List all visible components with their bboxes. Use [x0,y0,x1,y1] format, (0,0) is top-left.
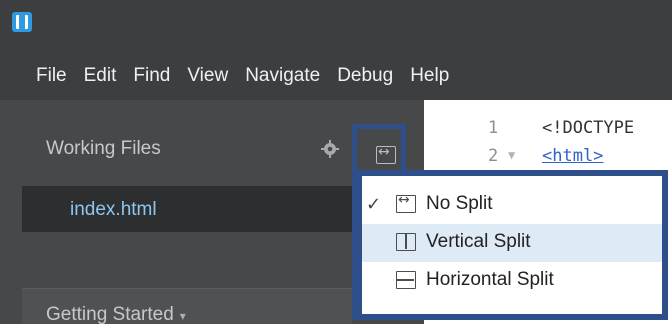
menu-item-label: Horizontal Split [426,269,554,290]
gear-icon[interactable] [320,139,340,159]
code-text: <!DOCTYPE [542,118,635,138]
menu-navigate[interactable]: Navigate [245,65,320,87]
working-file-row[interactable]: index.html [22,186,352,232]
line-number: 2 [488,146,499,166]
menu-edit[interactable]: Edit [84,65,117,87]
brackets-app-icon [12,12,32,32]
menu-find[interactable]: Find [133,65,170,87]
project-title-label: Getting Started [46,304,174,324]
menu-debug[interactable]: Debug [337,65,393,87]
menu-help[interactable]: Help [410,65,449,87]
menu-bar: File Edit Find View Navigate Debug Help [0,52,672,100]
menu-item-horizontal-split[interactable]: Horizontal Split [362,262,662,300]
no-split-icon [396,192,416,213]
code-line: 1 <!DOCTYPE [424,118,672,142]
menu-item-vertical-split[interactable]: Vertical Split [362,224,662,262]
horizontal-split-icon [396,271,416,289]
vertical-split-icon [396,233,416,251]
fold-marker-icon[interactable]: ▼ [508,148,515,162]
menu-item-label: Vertical Split [426,231,531,252]
menu-file[interactable]: File [36,65,67,87]
code-line: 2 ▼ <html> [424,146,672,170]
code-text: <html> [542,146,604,166]
project-title[interactable]: Getting Started ▾ [46,304,186,324]
menu-item-label: No Split [426,193,493,214]
working-files-title: Working Files [46,138,161,159]
split-view-icon[interactable] [376,144,396,164]
checkmark-icon: ✓ [366,194,382,215]
title-bar [0,0,672,52]
project-caret-icon[interactable]: ▾ [180,309,186,323]
line-number: 1 [488,118,499,138]
split-view-menu: ✓ No Split Vertical Split Horizontal Spl… [356,170,668,320]
menu-item-no-split[interactable]: ✓ No Split [362,186,662,224]
working-file-name[interactable]: index.html [70,199,157,221]
menu-view[interactable]: View [187,65,228,87]
